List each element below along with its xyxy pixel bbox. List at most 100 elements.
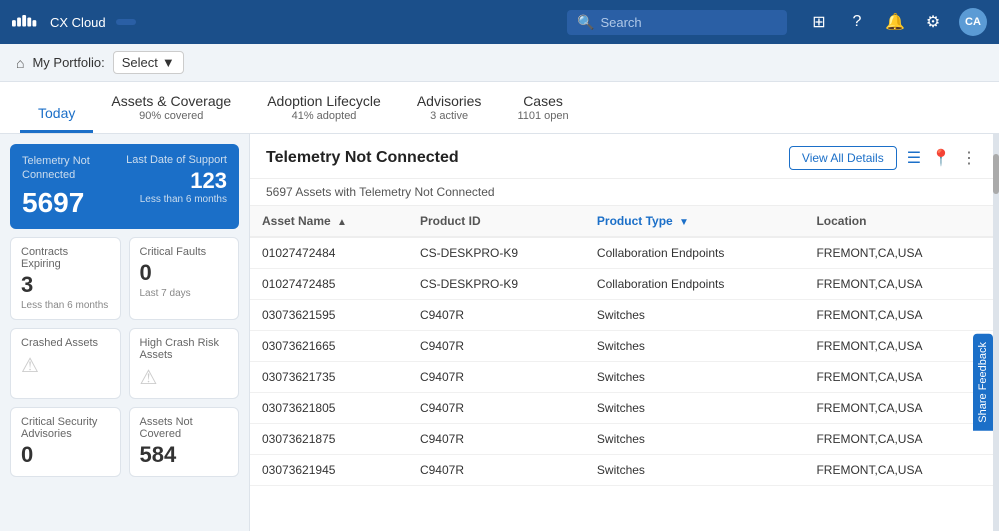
tab-adoption-subtitle: 41% adopted — [292, 110, 357, 122]
telemetry-card[interactable]: Telemetry Not Connected 5697 Last Date o… — [10, 144, 239, 229]
cx-cloud-label: CX Cloud — [50, 15, 106, 30]
stats-row-2: Crashed Assets ⚠ High Crash Risk Assets … — [10, 328, 239, 399]
assets-count-text: 5697 Assets with Telemetry Not Connected — [266, 185, 495, 199]
tab-today-title: Today — [38, 105, 75, 121]
col-product-id[interactable]: Product ID — [408, 206, 585, 237]
stats-row-1: Contracts Expiring 3 Less than 6 months … — [10, 237, 239, 320]
cisco-logo-icon — [12, 12, 44, 32]
cell-location: FREMONT,CA,USA — [804, 424, 993, 455]
col-asset-name[interactable]: Asset Name ▲ — [250, 206, 408, 237]
table-row[interactable]: 03073621595C9407RSwitchesFREMONT,CA,USA — [250, 300, 993, 331]
portfolio-bar: ⌂ My Portfolio: Select ▼ — [0, 44, 999, 82]
assets-not-covered-value: 584 — [140, 442, 229, 468]
tab-assets-title: Assets & Coverage — [111, 93, 231, 109]
search-bar[interactable]: 🔍 — [567, 10, 787, 35]
cell-product_type: Switches — [585, 455, 805, 486]
critical-security-title: Critical Security Advisories — [21, 416, 110, 440]
help-icon[interactable]: ? — [845, 10, 869, 34]
cell-asset_name: 01027472485 — [250, 269, 408, 300]
contracts-expiring-sub: Less than 6 months — [21, 300, 110, 311]
tab-cases-subtitle: 1101 open — [517, 110, 568, 122]
cell-product_id: CS-DESKPRO-K9 — [408, 237, 585, 269]
settings-icon[interactable]: ⚙ — [921, 10, 945, 34]
cell-location: FREMONT,CA,USA — [804, 300, 993, 331]
telemetry-label: Telemetry Not Connected — [22, 154, 116, 183]
table-row[interactable]: 03073621945C9407RSwitchesFREMONT,CA,USA — [250, 455, 993, 486]
tab-assets[interactable]: Assets & Coverage 90% covered — [93, 93, 249, 133]
tab-today[interactable]: Today — [20, 105, 93, 133]
crashed-assets-title: Crashed Assets — [21, 337, 110, 349]
telemetry-right: Last Date of Support 123 Less than 6 mon… — [126, 154, 227, 205]
portfolio-select[interactable]: Select ▼ — [113, 51, 184, 74]
assets-not-covered-card[interactable]: Assets Not Covered 584 — [129, 407, 240, 477]
cell-product_id: C9407R — [408, 393, 585, 424]
portfolio-select-label: Select — [122, 55, 158, 70]
cell-asset_name: 03073621665 — [250, 331, 408, 362]
crashed-assets-icon: ⚠ — [21, 353, 110, 378]
cell-product_id: C9407R — [408, 300, 585, 331]
home-icon[interactable]: ⌂ — [16, 55, 24, 71]
cell-location: FREMONT,CA,USA — [804, 331, 993, 362]
cell-asset_name: 03073621875 — [250, 424, 408, 455]
cell-product_type: Switches — [585, 424, 805, 455]
cell-product_id: C9407R — [408, 424, 585, 455]
asset-name-sort-icon: ▲ — [337, 217, 347, 228]
cell-product_type: Switches — [585, 362, 805, 393]
col-product-type[interactable]: Product Type ▼ — [585, 206, 805, 237]
high-crash-risk-title: High Crash Risk Assets — [140, 337, 229, 361]
table-row[interactable]: 03073621665C9407RSwitchesFREMONT,CA,USA — [250, 331, 993, 362]
assets-table: Asset Name ▲ Product ID Product Type ▼ L… — [250, 206, 993, 486]
stats-row-3: Critical Security Advisories 0 Assets No… — [10, 407, 239, 477]
crashed-assets-card[interactable]: Crashed Assets ⚠ — [10, 328, 121, 399]
list-view-icon[interactable]: ☰ — [907, 148, 921, 168]
table-row[interactable]: 03073621875C9407RSwitchesFREMONT,CA,USA — [250, 424, 993, 455]
main-content: Telemetry Not Connected 5697 Last Date o… — [0, 134, 999, 531]
cell-product_type: Collaboration Endpoints — [585, 237, 805, 269]
data-table[interactable]: Asset Name ▲ Product ID Product Type ▼ L… — [250, 206, 993, 531]
portfolio-label: My Portfolio: — [32, 55, 104, 70]
scrollbar-thumb[interactable] — [993, 154, 999, 194]
left-panel: Telemetry Not Connected 5697 Last Date o… — [0, 134, 250, 531]
tab-advisories[interactable]: Advisories 3 active — [399, 93, 500, 133]
critical-security-card[interactable]: Critical Security Advisories 0 — [10, 407, 121, 477]
tab-cases[interactable]: Cases 1101 open — [499, 93, 586, 133]
assets-not-covered-title: Assets Not Covered — [140, 416, 229, 440]
tab-adoption[interactable]: Adoption Lifecycle 41% adopted — [249, 93, 399, 133]
location-icon[interactable]: 📍 — [931, 148, 951, 168]
nav-icons: ⊞ ? 🔔 ⚙ CA — [807, 8, 987, 36]
critical-faults-card[interactable]: Critical Faults 0 Last 7 days — [129, 237, 240, 320]
chevron-down-icon: ▼ — [162, 55, 175, 70]
table-row[interactable]: 03073621805C9407RSwitchesFREMONT,CA,USA — [250, 393, 993, 424]
table-row[interactable]: 01027472485CS-DESKPRO-K9Collaboration En… — [250, 269, 993, 300]
col-asset-name-label: Asset Name — [262, 214, 331, 228]
cell-product_type: Switches — [585, 393, 805, 424]
col-location-label: Location — [816, 214, 866, 228]
cell-location: FREMONT,CA,USA — [804, 362, 993, 393]
col-location[interactable]: Location — [804, 206, 993, 237]
tabs-bar: Today Assets & Coverage 90% covered Adop… — [0, 82, 999, 134]
contracts-expiring-value: 3 — [21, 272, 110, 298]
table-body: 01027472484CS-DESKPRO-K9Collaboration En… — [250, 237, 993, 486]
high-crash-risk-card[interactable]: High Crash Risk Assets ⚠ — [129, 328, 240, 399]
col-product-type-label: Product Type — [597, 214, 673, 228]
critical-security-value: 0 — [21, 442, 110, 468]
scrollbar[interactable] — [993, 134, 999, 531]
table-row[interactable]: 01027472484CS-DESKPRO-K9Collaboration En… — [250, 237, 993, 269]
telemetry-right-label: Last Date of Support — [126, 154, 227, 166]
avatar[interactable]: CA — [959, 8, 987, 36]
contracts-expiring-card[interactable]: Contracts Expiring 3 Less than 6 months — [10, 237, 121, 320]
search-input[interactable] — [600, 15, 777, 30]
notifications-icon[interactable]: 🔔 — [883, 10, 907, 34]
cell-asset_name: 03073621735 — [250, 362, 408, 393]
assets-count-row: 5697 Assets with Telemetry Not Connected — [250, 179, 993, 206]
high-crash-risk-icon: ⚠ — [140, 365, 229, 390]
nav-app-button[interactable] — [116, 19, 136, 25]
feedback-bar[interactable]: Share Feedback — [973, 334, 993, 431]
apps-grid-icon[interactable]: ⊞ — [807, 10, 831, 34]
view-all-button[interactable]: View All Details — [789, 146, 897, 170]
cisco-logo: CX Cloud — [12, 12, 106, 32]
telemetry-right-sub: Less than 6 months — [126, 194, 227, 205]
table-row[interactable]: 03073621735C9407RSwitchesFREMONT,CA,USA — [250, 362, 993, 393]
more-options-icon[interactable]: ⋮ — [961, 148, 977, 168]
telemetry-right-count: 123 — [126, 168, 227, 194]
